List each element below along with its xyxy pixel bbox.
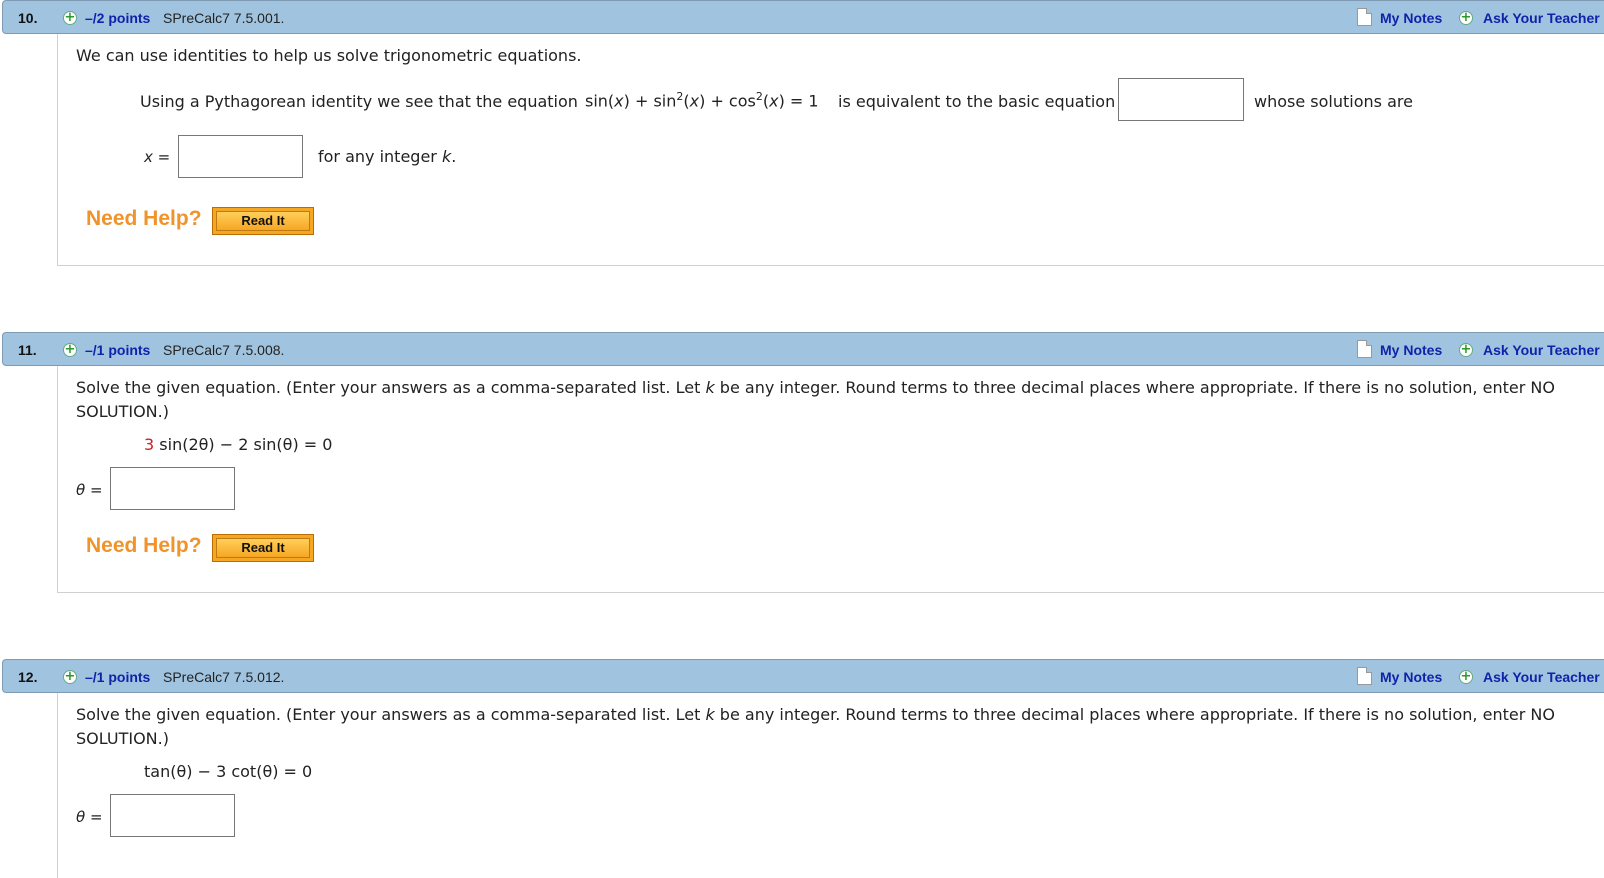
identity-prefix: Using a Pythagorean identity we see that… <box>140 92 578 111</box>
need-help-label: Need Help? <box>86 534 202 557</box>
question-number: 10. <box>18 10 38 26</box>
read-it-button[interactable]: Read It <box>212 207 314 235</box>
instructions-line1: Solve the given equation. (Enter your an… <box>76 705 1555 724</box>
read-it-label: Read It <box>216 538 310 558</box>
question-source: SPreCalc7 7.5.001. <box>163 10 285 26</box>
basic-equation-input[interactable] <box>1118 78 1244 121</box>
question-number: 12. <box>18 669 38 685</box>
note-page-icon[interactable] <box>1357 667 1372 685</box>
instructions-line1: Solve the given equation. (Enter your an… <box>76 378 1555 397</box>
question-body: We can use identities to help us solve t… <box>57 34 1604 266</box>
my-notes-link[interactable]: My Notes <box>1380 10 1442 26</box>
expand-plus-icon[interactable]: + <box>63 343 77 357</box>
read-it-label: Read It <box>216 211 310 231</box>
points-link[interactable]: –/2 points <box>85 10 150 26</box>
theta-input[interactable] <box>110 467 235 510</box>
identity-suffix: is equivalent to the basic equation <box>838 92 1116 111</box>
ask-teacher-plus-icon[interactable]: + <box>1459 11 1473 25</box>
note-page-icon[interactable] <box>1357 8 1372 26</box>
theta-input[interactable] <box>110 794 235 837</box>
question-number: 11. <box>18 342 37 358</box>
x-solution-input[interactable] <box>178 135 303 178</box>
question-source: SPreCalc7 7.5.012. <box>163 669 285 685</box>
theta-label: θ = <box>76 481 103 499</box>
my-notes-link[interactable]: My Notes <box>1380 669 1442 685</box>
question-source: SPreCalc7 7.5.008. <box>163 342 285 358</box>
read-it-button[interactable]: Read It <box>212 534 314 562</box>
for-any-integer-text: for any integer k. <box>318 147 457 166</box>
ask-teacher-link[interactable]: Ask Your Teacher <box>1483 10 1600 26</box>
expand-plus-icon[interactable]: + <box>63 670 77 684</box>
equation-text: tan(θ) − 3 cot(θ) = 0 <box>144 762 313 781</box>
question-body: Solve the given equation. (Enter your an… <box>57 366 1604 593</box>
ask-teacher-plus-icon[interactable]: + <box>1459 343 1473 357</box>
points-link[interactable]: –/1 points <box>85 342 150 358</box>
question-header: 12. + –/1 points SPreCalc7 7.5.012. My N… <box>2 659 1604 693</box>
question-header: 11. + –/1 points SPreCalc7 7.5.008. My N… <box>2 332 1604 366</box>
equation-text: 3 sin(2θ) − 2 sin(θ) = 0 <box>144 435 333 454</box>
theta-label: θ = <box>76 808 103 826</box>
ask-teacher-link[interactable]: Ask Your Teacher <box>1483 342 1600 358</box>
instructions-line2: SOLUTION.) <box>76 402 169 421</box>
my-notes-link[interactable]: My Notes <box>1380 342 1442 358</box>
question-header: 10. + –/2 points SPreCalc7 7.5.001. My N… <box>2 0 1604 34</box>
question-body: Solve the given equation. (Enter your an… <box>57 693 1604 878</box>
need-help-label: Need Help? <box>86 207 202 230</box>
note-page-icon[interactable] <box>1357 340 1372 358</box>
instructions-line2: SOLUTION.) <box>76 729 169 748</box>
intro-text: We can use identities to help us solve t… <box>76 46 582 65</box>
ask-teacher-plus-icon[interactable]: + <box>1459 670 1473 684</box>
x-label: x = <box>144 148 171 166</box>
expand-plus-icon[interactable]: + <box>63 11 77 25</box>
ask-teacher-link[interactable]: Ask Your Teacher <box>1483 669 1600 685</box>
points-link[interactable]: –/1 points <box>85 669 150 685</box>
solutions-text: whose solutions are <box>1254 92 1413 111</box>
equation-math: sin(x) + sin2(x) + cos2(x) = 1 <box>585 90 819 111</box>
